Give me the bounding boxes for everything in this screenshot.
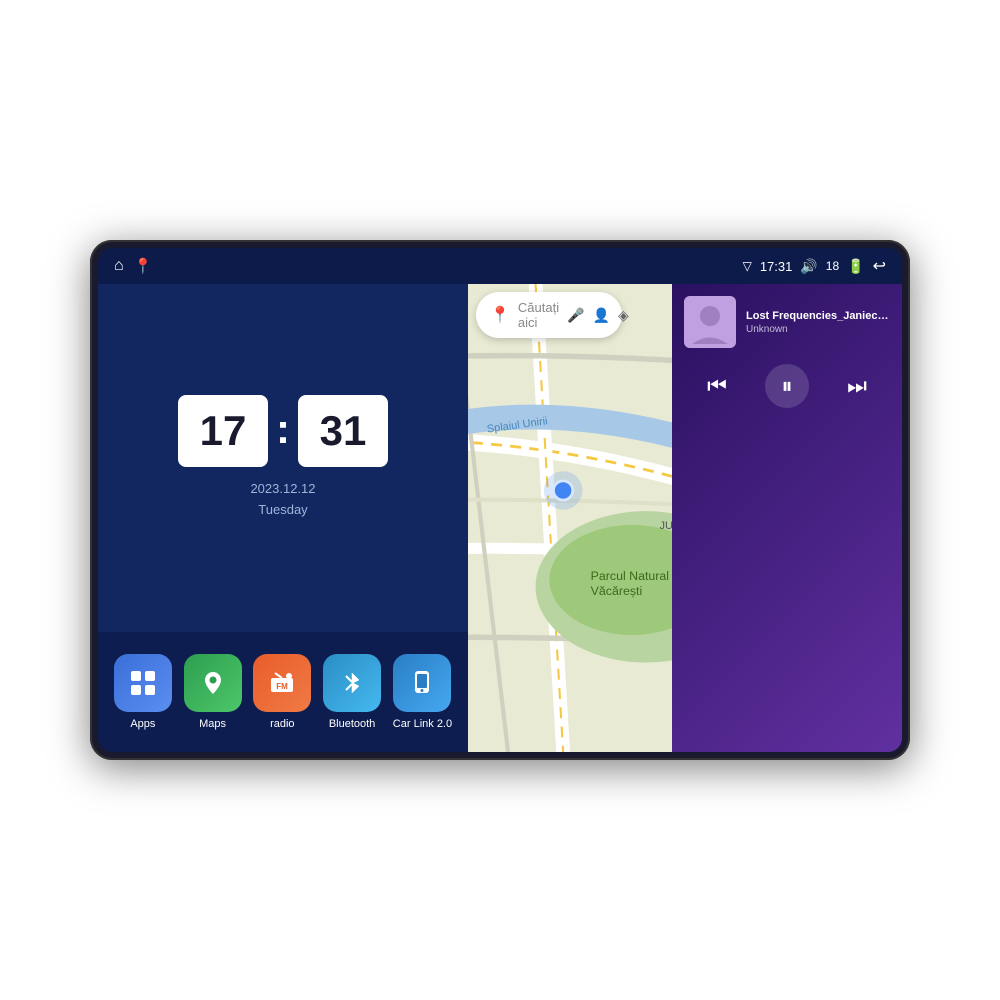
app-icon-radio[interactable]: FM radio xyxy=(253,654,311,730)
maps-logo-icon: 📍 xyxy=(490,305,510,325)
battery-icon: 🔋 xyxy=(847,258,864,275)
device-screen: ⌂ 📍 ▽ 17:31 🔊 18 🔋 ↩ 17 : xyxy=(98,248,902,752)
radio-icon: FM xyxy=(267,668,297,698)
status-left-icons: ⌂ 📍 xyxy=(114,257,152,275)
back-icon[interactable]: ↩ xyxy=(873,256,886,276)
account-icon[interactable]: 👤 xyxy=(593,307,610,324)
home-icon[interactable]: ⌂ xyxy=(114,257,124,275)
app-icons-row: Apps Maps xyxy=(98,632,468,752)
right-panel: 📍 Căutați aici 🎤 👤 ◈ xyxy=(468,284,672,752)
app-icon-bluetooth[interactable]: Bluetooth xyxy=(323,654,381,730)
clock-display: 17 : 31 xyxy=(178,395,388,467)
volume-level: 18 xyxy=(826,259,839,273)
apps-icon-bg xyxy=(114,654,172,712)
main-content: 17 : 31 2023.12.12 Tuesday xyxy=(98,284,902,752)
map-container[interactable]: 📍 Căutați aici 🎤 👤 ◈ xyxy=(468,284,672,752)
app-icon-carlink[interactable]: Car Link 2.0 xyxy=(393,654,452,730)
radio-label: radio xyxy=(270,718,294,730)
music-thumbnail xyxy=(684,296,736,348)
maps-label: Maps xyxy=(199,718,226,730)
device-frame: ⌂ 📍 ▽ 17:31 🔊 18 🔋 ↩ 17 : xyxy=(90,240,910,760)
status-time: 17:31 xyxy=(760,259,793,274)
carlink-label: Car Link 2.0 xyxy=(393,718,452,730)
apps-grid-icon xyxy=(128,668,158,698)
music-text: Lost Frequencies_Janieck Devy-... Unknow… xyxy=(746,310,890,335)
svg-text:Parcul Natural: Parcul Natural xyxy=(591,569,669,583)
music-artist: Unknown xyxy=(746,324,890,335)
carlink-phone-icon xyxy=(407,668,437,698)
layers-icon[interactable]: ◈ xyxy=(618,307,629,324)
status-bar: ⌂ 📍 ▽ 17:31 🔊 18 🔋 ↩ xyxy=(98,248,902,284)
apps-label: Apps xyxy=(130,718,155,730)
app-icon-apps[interactable]: Apps xyxy=(114,654,172,730)
svg-text:Văcărești: Văcărești xyxy=(591,584,643,598)
music-info: Lost Frequencies_Janieck Devy-... Unknow… xyxy=(672,284,902,356)
clock-minutes: 31 xyxy=(298,395,388,467)
app-icon-maps[interactable]: Maps xyxy=(184,654,242,730)
music-controls: ⏮ ⏸ ⏭ xyxy=(672,356,902,424)
svg-text:FM: FM xyxy=(277,682,289,691)
bluetooth-label: Bluetooth xyxy=(329,718,375,730)
clock-widget: 17 : 31 2023.12.12 Tuesday xyxy=(98,284,468,632)
music-prev-button[interactable]: ⏮ xyxy=(707,373,727,399)
carlink-icon-bg xyxy=(393,654,451,712)
music-play-button[interactable]: ⏸ xyxy=(765,364,809,408)
status-right-icons: ▽ 17:31 🔊 18 🔋 ↩ xyxy=(743,256,886,276)
svg-text:JUDEȚUL ILFOV: JUDEȚUL ILFOV xyxy=(659,520,672,532)
left-panel: 17 : 31 2023.12.12 Tuesday xyxy=(98,284,468,752)
maps-pin-icon xyxy=(198,668,228,698)
music-album-art xyxy=(684,296,736,348)
music-title: Lost Frequencies_Janieck Devy-... xyxy=(746,310,890,322)
volume-icon: 🔊 xyxy=(800,258,817,275)
map-search-action-icons: 🎤 👤 ◈ xyxy=(567,307,629,324)
radio-icon-bg: FM xyxy=(253,654,311,712)
mic-icon[interactable]: 🎤 xyxy=(567,307,584,324)
clock-date: 2023.12.12 Tuesday xyxy=(250,479,315,521)
music-panel: Lost Frequencies_Janieck Devy-... Unknow… xyxy=(672,284,902,752)
bluetooth-icon-bg xyxy=(323,654,381,712)
bluetooth-symbol-icon xyxy=(337,668,367,698)
map-svg: TRAPEZULUI BUCUREȘTI JUDEȚUL ILFOV BERCE… xyxy=(468,284,672,752)
signal-icon: ▽ xyxy=(743,259,752,273)
map-search-bar[interactable]: 📍 Căutați aici 🎤 👤 ◈ xyxy=(476,292,622,338)
clock-colon: : xyxy=(276,405,290,453)
maps-status-icon[interactable]: 📍 xyxy=(134,257,153,275)
maps-icon-bg xyxy=(184,654,242,712)
map-search-placeholder: Căutați aici xyxy=(518,300,559,330)
clock-hours: 17 xyxy=(178,395,268,467)
music-next-button[interactable]: ⏭ xyxy=(847,373,867,399)
